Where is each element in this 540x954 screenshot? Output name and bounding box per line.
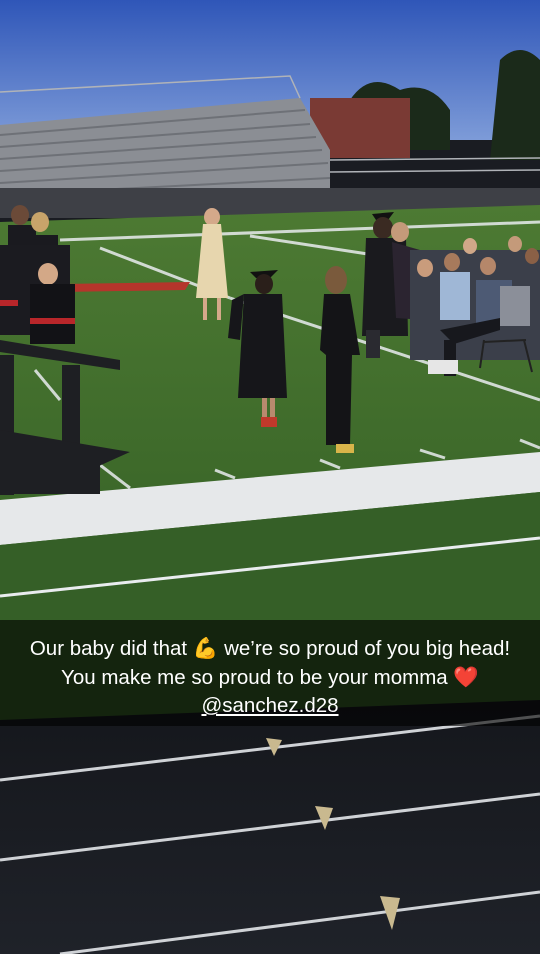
user-mention-link[interactable]: @sanchez.d28 xyxy=(201,694,338,717)
red-heart-icon: ❤️ xyxy=(453,665,479,689)
flexed-biceps-icon: 💪 xyxy=(192,636,219,660)
audience xyxy=(410,236,540,376)
graduation-photo xyxy=(0,0,540,954)
caption-text-part1: Our baby did that xyxy=(29,637,188,660)
story-caption: Our baby did that 💪 we’re so proud of yo… xyxy=(10,634,530,720)
